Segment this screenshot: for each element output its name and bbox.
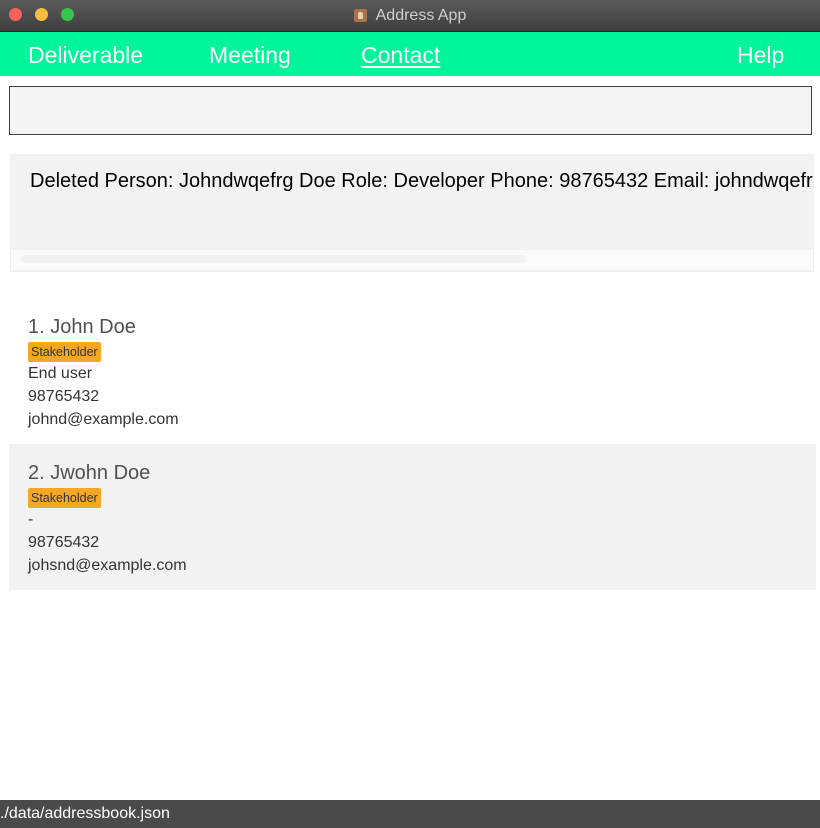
person-role: -	[28, 511, 34, 528]
person-card[interactable]: 2. Jwohn Doe Stakeholder - 98765432 johs…	[9, 444, 816, 590]
person-phone: 98765432	[28, 534, 100, 551]
result-display: Deleted Person: Johndwqefrg Doe Role: De…	[10, 154, 814, 272]
person-phone: 98765432	[28, 388, 100, 405]
person-email: johsnd@example.com	[28, 557, 187, 574]
person-role: End user	[28, 365, 93, 382]
title-bar: Address App	[0, 0, 820, 32]
person-name: 1. John Doe	[28, 316, 136, 338]
person-name: 2. Jwohn Doe	[28, 462, 151, 484]
app-icon	[353, 9, 367, 22]
person-tag: Stakeholder	[28, 342, 101, 362]
status-bar: ./data/addressbook.json	[0, 800, 820, 828]
menu-bar: Deliverable Meeting Contact Help	[0, 32, 820, 76]
command-input[interactable]	[9, 86, 812, 135]
person-list: 1. John Doe Stakeholder End user 9876543…	[9, 298, 816, 590]
result-horizontal-scrollbar[interactable]	[11, 250, 813, 270]
menu-deliverable[interactable]: Deliverable	[28, 42, 143, 68]
menu-help[interactable]: Help	[737, 42, 784, 68]
person-email: johnd@example.com	[28, 411, 179, 428]
menu-contact[interactable]: Contact	[361, 42, 440, 68]
person-card[interactable]: 1. John Doe Stakeholder End user 9876543…	[9, 298, 816, 444]
result-scrollbar-thumb[interactable]	[21, 255, 526, 263]
person-tag: Stakeholder	[28, 488, 101, 508]
result-text: Deleted Person: Johndwqefrg Doe Role: De…	[30, 170, 813, 192]
window-title: Address App	[375, 6, 467, 24]
save-location: ./data/addressbook.json	[0, 805, 170, 822]
menu-meeting[interactable]: Meeting	[209, 42, 291, 68]
